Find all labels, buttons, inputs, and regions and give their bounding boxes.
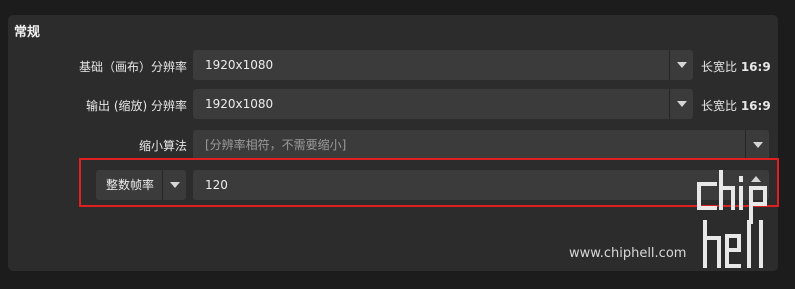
downscale-filter-label: 缩小算法	[138, 139, 187, 153]
base-resolution-value: 1920x1080	[205, 58, 274, 72]
output-resolution-value: 1920x1080	[205, 97, 274, 111]
chevron-down-icon	[677, 101, 687, 107]
fps-type-select[interactable]: 整数帧率	[96, 170, 186, 200]
section-title: 常规	[14, 25, 41, 40]
downscale-filter-value: [分辨率相符，不需要缩小]	[205, 138, 347, 152]
output-resolution-select[interactable]: 1920x1080	[193, 89, 693, 119]
base-resolution-label: 基础（画布）分辨率	[78, 60, 187, 74]
fps-type-dropdown-button[interactable]	[162, 170, 186, 200]
fps-value-spinbox[interactable]: 120	[193, 170, 769, 200]
base-aspect-ratio: 长宽比 16:9	[701, 60, 771, 74]
output-aspect-ratio: 长宽比 16:9	[701, 99, 771, 113]
chevron-down-icon	[753, 142, 763, 148]
output-resolution-dropdown-button[interactable]	[669, 89, 693, 119]
base-resolution-select[interactable]: 1920x1080	[193, 50, 693, 80]
base-resolution-dropdown-button[interactable]	[669, 50, 693, 80]
downscale-filter-dropdown-button[interactable]	[745, 130, 769, 160]
downscale-filter-select[interactable]: [分辨率相符，不需要缩小]	[193, 130, 769, 160]
fps-type-value: 整数帧率	[106, 178, 155, 192]
watermark-text: www.chiphell.com	[569, 246, 687, 261]
fps-value: 120	[205, 178, 228, 192]
output-resolution-label: 输出 (缩放) 分辨率	[86, 99, 187, 113]
chevron-down-icon	[170, 182, 180, 188]
chevron-down-icon	[677, 62, 687, 68]
chiphell-logo: chiphell	[697, 170, 767, 268]
